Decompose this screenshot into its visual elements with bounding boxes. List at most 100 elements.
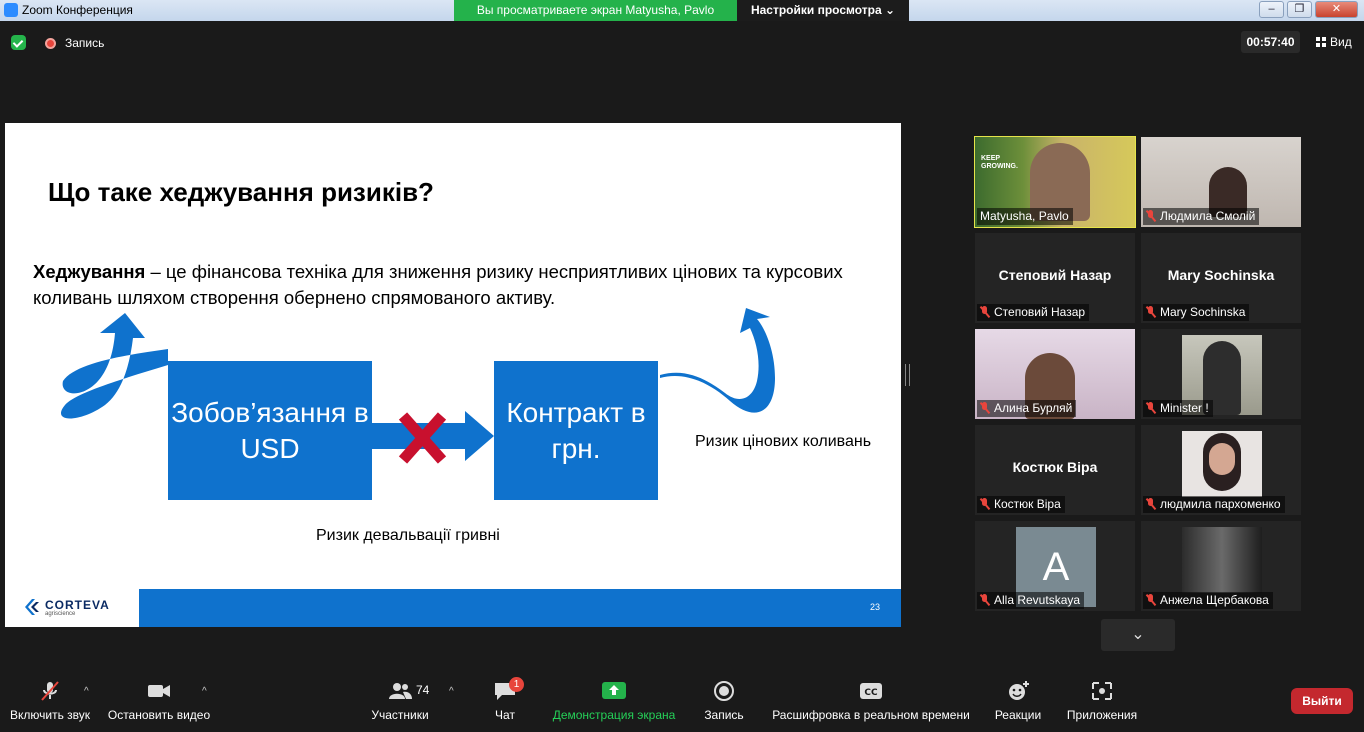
view-label: Вид: [1330, 35, 1352, 49]
mic-muted-icon: [1146, 210, 1156, 222]
participant-tile[interactable]: Людмила Смолій: [1141, 137, 1301, 227]
meeting-toolbar: Включить звук ^ Остановить видео ^ 74 Уч…: [0, 672, 1364, 732]
leave-meeting-button[interactable]: Выйти: [1291, 688, 1353, 714]
mic-muted-icon: [1146, 594, 1156, 606]
closed-captions-icon: CC: [860, 683, 882, 699]
left-curved-arrow: [60, 313, 168, 419]
live-transcript-label: Расшифровка в реальном времени: [772, 708, 970, 722]
chat-label: Чат: [495, 708, 515, 722]
slide-page-number: 23: [870, 602, 881, 612]
minimize-button[interactable]: –: [1259, 1, 1284, 18]
unmute-button[interactable]: Включить звук: [4, 672, 96, 732]
participant-name: Людмила Смолій: [1143, 208, 1260, 225]
close-button[interactable]: ✕: [1315, 1, 1358, 18]
meeting-topbar: Запись 00:57:40 Вид: [0, 21, 1364, 63]
participant-name: Алина Бурляй: [977, 400, 1077, 417]
participant-name: Костюк Віра: [977, 496, 1065, 513]
participant-display-name: Степовий Назар: [998, 267, 1112, 283]
participants-button[interactable]: 74 Участники: [366, 672, 434, 732]
mic-muted-icon: [980, 402, 990, 414]
participant-name: Mary Sochinska: [1143, 304, 1250, 321]
price-risk-label: Ризик цінових коливань: [695, 433, 872, 450]
chevron-down-icon: ⌄: [884, 3, 896, 17]
participants-icon: [389, 683, 412, 699]
share-screen-button[interactable]: Демонстрация экрана: [550, 672, 678, 732]
emoji-reaction-icon: [1009, 681, 1029, 700]
participants-options-caret[interactable]: ^: [449, 686, 454, 697]
participant-tile[interactable]: Костюк Віра Костюк Віра: [975, 425, 1135, 515]
corteva-logo-subtext: agriscience: [45, 611, 76, 617]
participant-tile[interactable]: A Alla Revutskaya: [975, 521, 1135, 611]
mic-muted-icon: [980, 306, 990, 318]
recording-label: Запись: [65, 36, 105, 50]
view-options-label: Настройки просмотра: [750, 3, 882, 17]
shared-screen: Що таке хеджування ризиків? Хеджування –…: [5, 123, 901, 627]
svg-text:CC: CC: [864, 688, 878, 698]
video-camera-icon: [148, 685, 170, 697]
live-transcript-button[interactable]: CC Расшифровка в реальном времени: [770, 672, 972, 732]
microphone-muted-icon: [41, 681, 59, 701]
recording-icon: [45, 38, 56, 49]
corteva-logo-text: CORTEVA: [45, 598, 110, 612]
video-face: [1209, 443, 1235, 475]
security-shield-icon[interactable]: [11, 35, 26, 50]
participants-count: 74: [416, 683, 430, 697]
grid-view-icon: [1316, 37, 1326, 47]
participant-name: людмила пархоменко: [1143, 496, 1285, 513]
mic-muted-icon: [980, 594, 990, 606]
participant-name: Alla Revutskaya: [977, 592, 1085, 609]
chevron-down-icon: ⌄: [1131, 626, 1145, 643]
share-screen-icon: [602, 682, 626, 699]
chat-unread-badge: 1: [509, 677, 524, 692]
participants-label: Участники: [371, 708, 429, 722]
apps-icon: [1092, 682, 1112, 700]
participant-tile[interactable]: KEEP GROWING. Matyusha, Pavlo: [974, 136, 1136, 228]
view-options-dropdown[interactable]: Настройки просмотра ⌄: [737, 0, 909, 21]
screen-share-banner: Вы просматриваете экран Matyusha, Pavlo: [454, 0, 737, 21]
gallery-next-page-button[interactable]: ⌄: [1101, 619, 1175, 651]
zoom-app-icon: [4, 3, 18, 17]
record-label: Запись: [704, 708, 744, 722]
participant-tile[interactable]: людмила пархоменко: [1141, 425, 1301, 515]
participant-name: Matyusha, Pavlo: [977, 208, 1073, 225]
devaluation-risk-label: Ризик девальвації гривні: [316, 527, 500, 544]
participant-tile[interactable]: Minister !: [1141, 329, 1301, 419]
record-button[interactable]: Запись: [696, 672, 752, 732]
mic-muted-icon: [1146, 498, 1156, 510]
video-options-caret[interactable]: ^: [202, 686, 207, 697]
participant-tile[interactable]: Mary Sochinska Mary Sochinska: [1141, 233, 1301, 323]
video-poster-text: KEEP GROWING.: [981, 155, 1018, 170]
apps-label: Приложения: [1066, 708, 1138, 722]
share-screen-label: Демонстрация экрана: [552, 708, 676, 722]
mic-muted-icon: [980, 498, 990, 510]
record-icon: [714, 681, 734, 701]
panel-resize-handle[interactable]: [905, 364, 910, 386]
audio-options-caret[interactable]: ^: [84, 686, 89, 697]
view-button[interactable]: Вид: [1316, 35, 1352, 49]
corteva-logo-icon: [25, 599, 39, 615]
slide-footer-bar: [5, 589, 901, 627]
stop-video-label: Остановить видео: [107, 708, 211, 722]
right-curved-arrow: [660, 308, 775, 413]
stop-video-button[interactable]: Остановить видео: [106, 672, 212, 732]
apps-button[interactable]: Приложения: [1062, 672, 1142, 732]
maximize-button[interactable]: ❐: [1287, 1, 1312, 18]
unmute-label: Включить звук: [9, 708, 91, 722]
mic-muted-icon: [1146, 306, 1156, 318]
contract-uah-box: Контракт в грн.: [494, 361, 658, 500]
participant-name: Степовий Назар: [977, 304, 1090, 321]
participant-photo: [1182, 527, 1262, 593]
window-title: Zoom Конференция: [22, 3, 133, 17]
participant-tile[interactable]: Алина Бурляй: [975, 329, 1135, 419]
liability-usd-box: Зобов’язання в USD: [168, 361, 372, 500]
mic-muted-icon: [1146, 402, 1156, 414]
participant-tile[interactable]: Анжела Щербакова: [1141, 521, 1301, 611]
reactions-button[interactable]: Реакции: [990, 672, 1046, 732]
participant-display-name: Костюк Віра: [1012, 459, 1098, 475]
slide-diagram: [60, 308, 775, 464]
participant-tile[interactable]: Степовий Назар Степовий Назар: [975, 233, 1135, 323]
participant-name: Minister !: [1143, 400, 1213, 417]
participant-name: Анжела Щербакова: [1143, 592, 1273, 609]
participant-display-name: Mary Sochinska: [1167, 267, 1275, 283]
meeting-timer: 00:57:40: [1241, 31, 1300, 53]
